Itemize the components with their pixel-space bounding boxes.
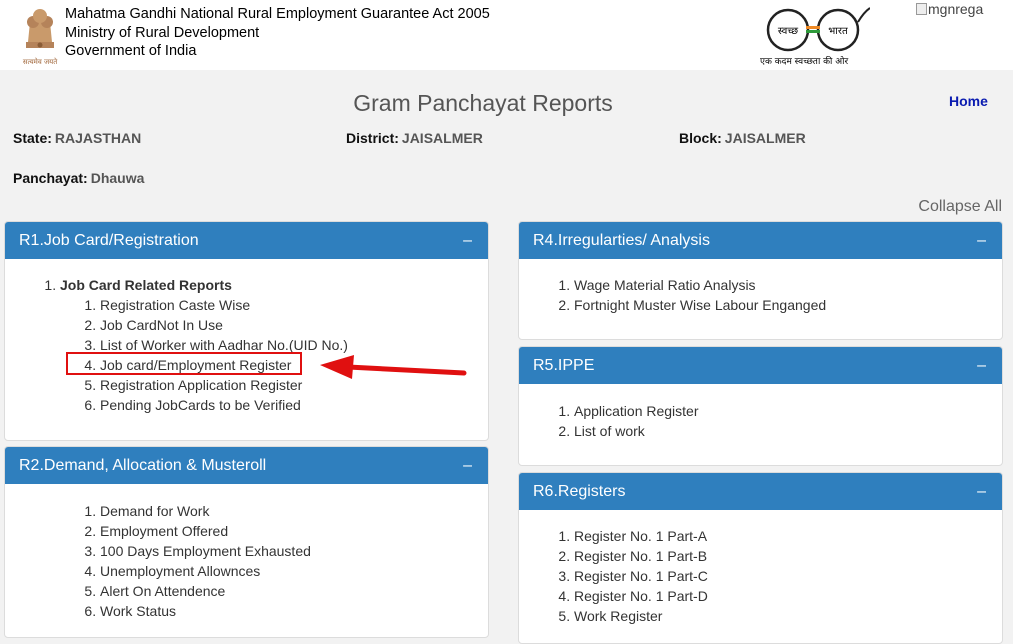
report-link[interactable]: Demand for Work <box>100 503 209 519</box>
red-arrow-icon <box>320 355 467 379</box>
panel-r4-collapse-toggle[interactable]: – <box>977 222 986 259</box>
state-label: State: <box>13 130 52 146</box>
block-label: Block: <box>679 130 722 146</box>
svg-text:भारत: भारत <box>828 26 848 37</box>
state-info: State: RAJASTHAN <box>13 130 141 146</box>
report-link[interactable]: Application Register <box>574 403 699 419</box>
report-link[interactable]: Registration Caste Wise <box>100 297 250 313</box>
r1-group-list: Job Card Related Reports Registration Ca… <box>60 275 488 415</box>
panel-r2-collapse-toggle[interactable]: – <box>463 447 472 484</box>
panel-r6-title: R6.Registers <box>533 483 626 500</box>
panel-r1-collapse-toggle[interactable]: – <box>463 222 472 259</box>
report-link[interactable]: Alert On Attendence <box>100 583 225 599</box>
report-link[interactable]: Wage Material Ratio Analysis <box>574 277 756 293</box>
list-item: Work Register <box>574 606 1002 626</box>
home-link[interactable]: Home <box>949 93 988 109</box>
list-item: Register No. 1 Part-D <box>574 586 1002 606</box>
list-item: Pending JobCards to be Verified <box>100 395 488 415</box>
r5-report-list: Application Register List of work <box>574 401 1002 441</box>
report-link[interactable]: Work Status <box>100 603 176 619</box>
report-link[interactable]: Register No. 1 Part-D <box>574 588 708 604</box>
panel-r6-header[interactable]: R6.Registers – <box>519 473 1002 510</box>
report-link[interactable]: Employment Offered <box>100 523 228 539</box>
panel-r4-irregularities: R4.Irregularties/ Analysis – Wage Materi… <box>518 221 1003 340</box>
mgnrega-logo-alt: mgnrega <box>928 1 984 17</box>
panel-r6-collapse-toggle[interactable]: – <box>977 473 986 510</box>
list-item: Register No. 1 Part-B <box>574 546 1002 566</box>
panel-r2-demand: R2.Demand, Allocation & Musteroll – Dema… <box>4 446 489 638</box>
state-value: RAJASTHAN <box>54 130 142 146</box>
list-item: Demand for Work <box>100 501 488 521</box>
panchayat-value: Dhauwa <box>90 170 145 186</box>
panel-r2-header[interactable]: R2.Demand, Allocation & Musteroll – <box>5 447 488 484</box>
panel-r5-header[interactable]: R5.IPPE – <box>519 347 1002 384</box>
org-line-government: Government of India <box>65 43 197 59</box>
swachh-tagline: एक कदम स्वच्छता की ओर <box>760 57 849 67</box>
list-item: Job Card Related Reports Registration Ca… <box>60 275 488 415</box>
list-item: Registration Caste Wise <box>100 295 488 315</box>
list-item: 100 Days Employment Exhausted <box>100 541 488 561</box>
report-link[interactable]: List of Worker with Aadhar No.(UID No.) <box>100 337 348 353</box>
panchayat-label: Panchayat: <box>13 170 88 186</box>
list-item: Application Register <box>574 401 1002 421</box>
list-item: Register No. 1 Part-A <box>574 526 1002 546</box>
org-line-act: Mahatma Gandhi National Rural Employment… <box>65 6 490 22</box>
org-line-ministry: Ministry of Rural Development <box>65 24 260 41</box>
r1-group-title[interactable]: Job Card Related Reports <box>60 277 232 293</box>
r2-report-list: Demand for Work Employment Offered 100 D… <box>100 501 488 621</box>
page-title: Gram Panchayat Reports <box>353 90 613 116</box>
report-link[interactable]: Job CardNot In Use <box>100 317 223 333</box>
district-label: District: <box>346 130 399 146</box>
collapse-all-link[interactable]: Collapse All <box>918 198 1002 216</box>
organization-name: Mahatma Gandhi National Rural Employment… <box>65 5 490 61</box>
list-item: Register No. 1 Part-C <box>574 566 1002 586</box>
report-link[interactable]: Unemployment Allownces <box>100 563 260 579</box>
broken-image-icon <box>916 3 927 15</box>
list-item: Unemployment Allownces <box>100 561 488 581</box>
panel-r1-header[interactable]: R1.Job Card/Registration – <box>5 222 488 259</box>
svg-text:स्वच्छ: स्वच्छ <box>778 26 798 37</box>
report-link[interactable]: 100 Days Employment Exhausted <box>100 543 311 559</box>
site-header: सत्यमेव जयते Mahatma Gandhi National Rur… <box>0 0 1013 70</box>
panel-r5-ippe: R5.IPPE – Application Register List of w… <box>518 346 1003 466</box>
panchayat-info: Panchayat: Dhauwa <box>13 170 144 186</box>
report-link[interactable]: Registration Application Register <box>100 377 302 393</box>
report-link[interactable]: Register No. 1 Part-C <box>574 568 708 584</box>
r4-report-list: Wage Material Ratio Analysis Fortnight M… <box>574 275 1002 315</box>
list-item: Fortnight Muster Wise Labour Enganged <box>574 295 1002 315</box>
svg-text:सत्यमेव जयते: सत्यमेव जयते <box>23 57 58 66</box>
panel-r4-title: R4.Irregularties/ Analysis <box>533 232 710 249</box>
block-info: Block: JAISALMER <box>679 130 806 146</box>
r6-report-list: Register No. 1 Part-A Register No. 1 Par… <box>574 526 1002 626</box>
report-link[interactable]: Register No. 1 Part-A <box>574 528 707 544</box>
national-emblem-icon: सत्यमेव जयते <box>23 9 58 66</box>
list-item: Alert On Attendence <box>100 581 488 601</box>
list-item: Employment Offered <box>100 521 488 541</box>
list-item: Work Status <box>100 601 488 621</box>
list-item: Wage Material Ratio Analysis <box>574 275 1002 295</box>
district-info: District: JAISALMER <box>346 130 483 146</box>
mgnrega-logo: mgnrega <box>916 1 983 17</box>
block-value: JAISALMER <box>724 130 806 146</box>
report-link[interactable]: List of work <box>574 423 645 439</box>
panel-r5-title: R5.IPPE <box>533 357 595 374</box>
panel-r4-header[interactable]: R4.Irregularties/ Analysis – <box>519 222 1002 259</box>
panel-r6-registers: R6.Registers – Register No. 1 Part-A Reg… <box>518 472 1003 644</box>
list-item: Job CardNot In Use <box>100 315 488 335</box>
list-item: List of work <box>574 421 1002 441</box>
report-link[interactable]: Fortnight Muster Wise Labour Enganged <box>574 297 826 313</box>
panel-r2-title: R2.Demand, Allocation & Musteroll <box>19 457 267 474</box>
report-link[interactable]: Pending JobCards to be Verified <box>100 397 301 413</box>
report-link[interactable]: Register No. 1 Part-B <box>574 548 707 564</box>
panel-r1-job-card: R1.Job Card/Registration – Job Card Rela… <box>4 221 489 441</box>
report-link[interactable]: Work Register <box>574 608 662 624</box>
panel-r1-title: R1.Job Card/Registration <box>19 232 199 249</box>
district-value: JAISALMER <box>401 130 483 146</box>
panel-r5-collapse-toggle[interactable]: – <box>977 347 986 384</box>
highlight-box <box>66 352 302 375</box>
